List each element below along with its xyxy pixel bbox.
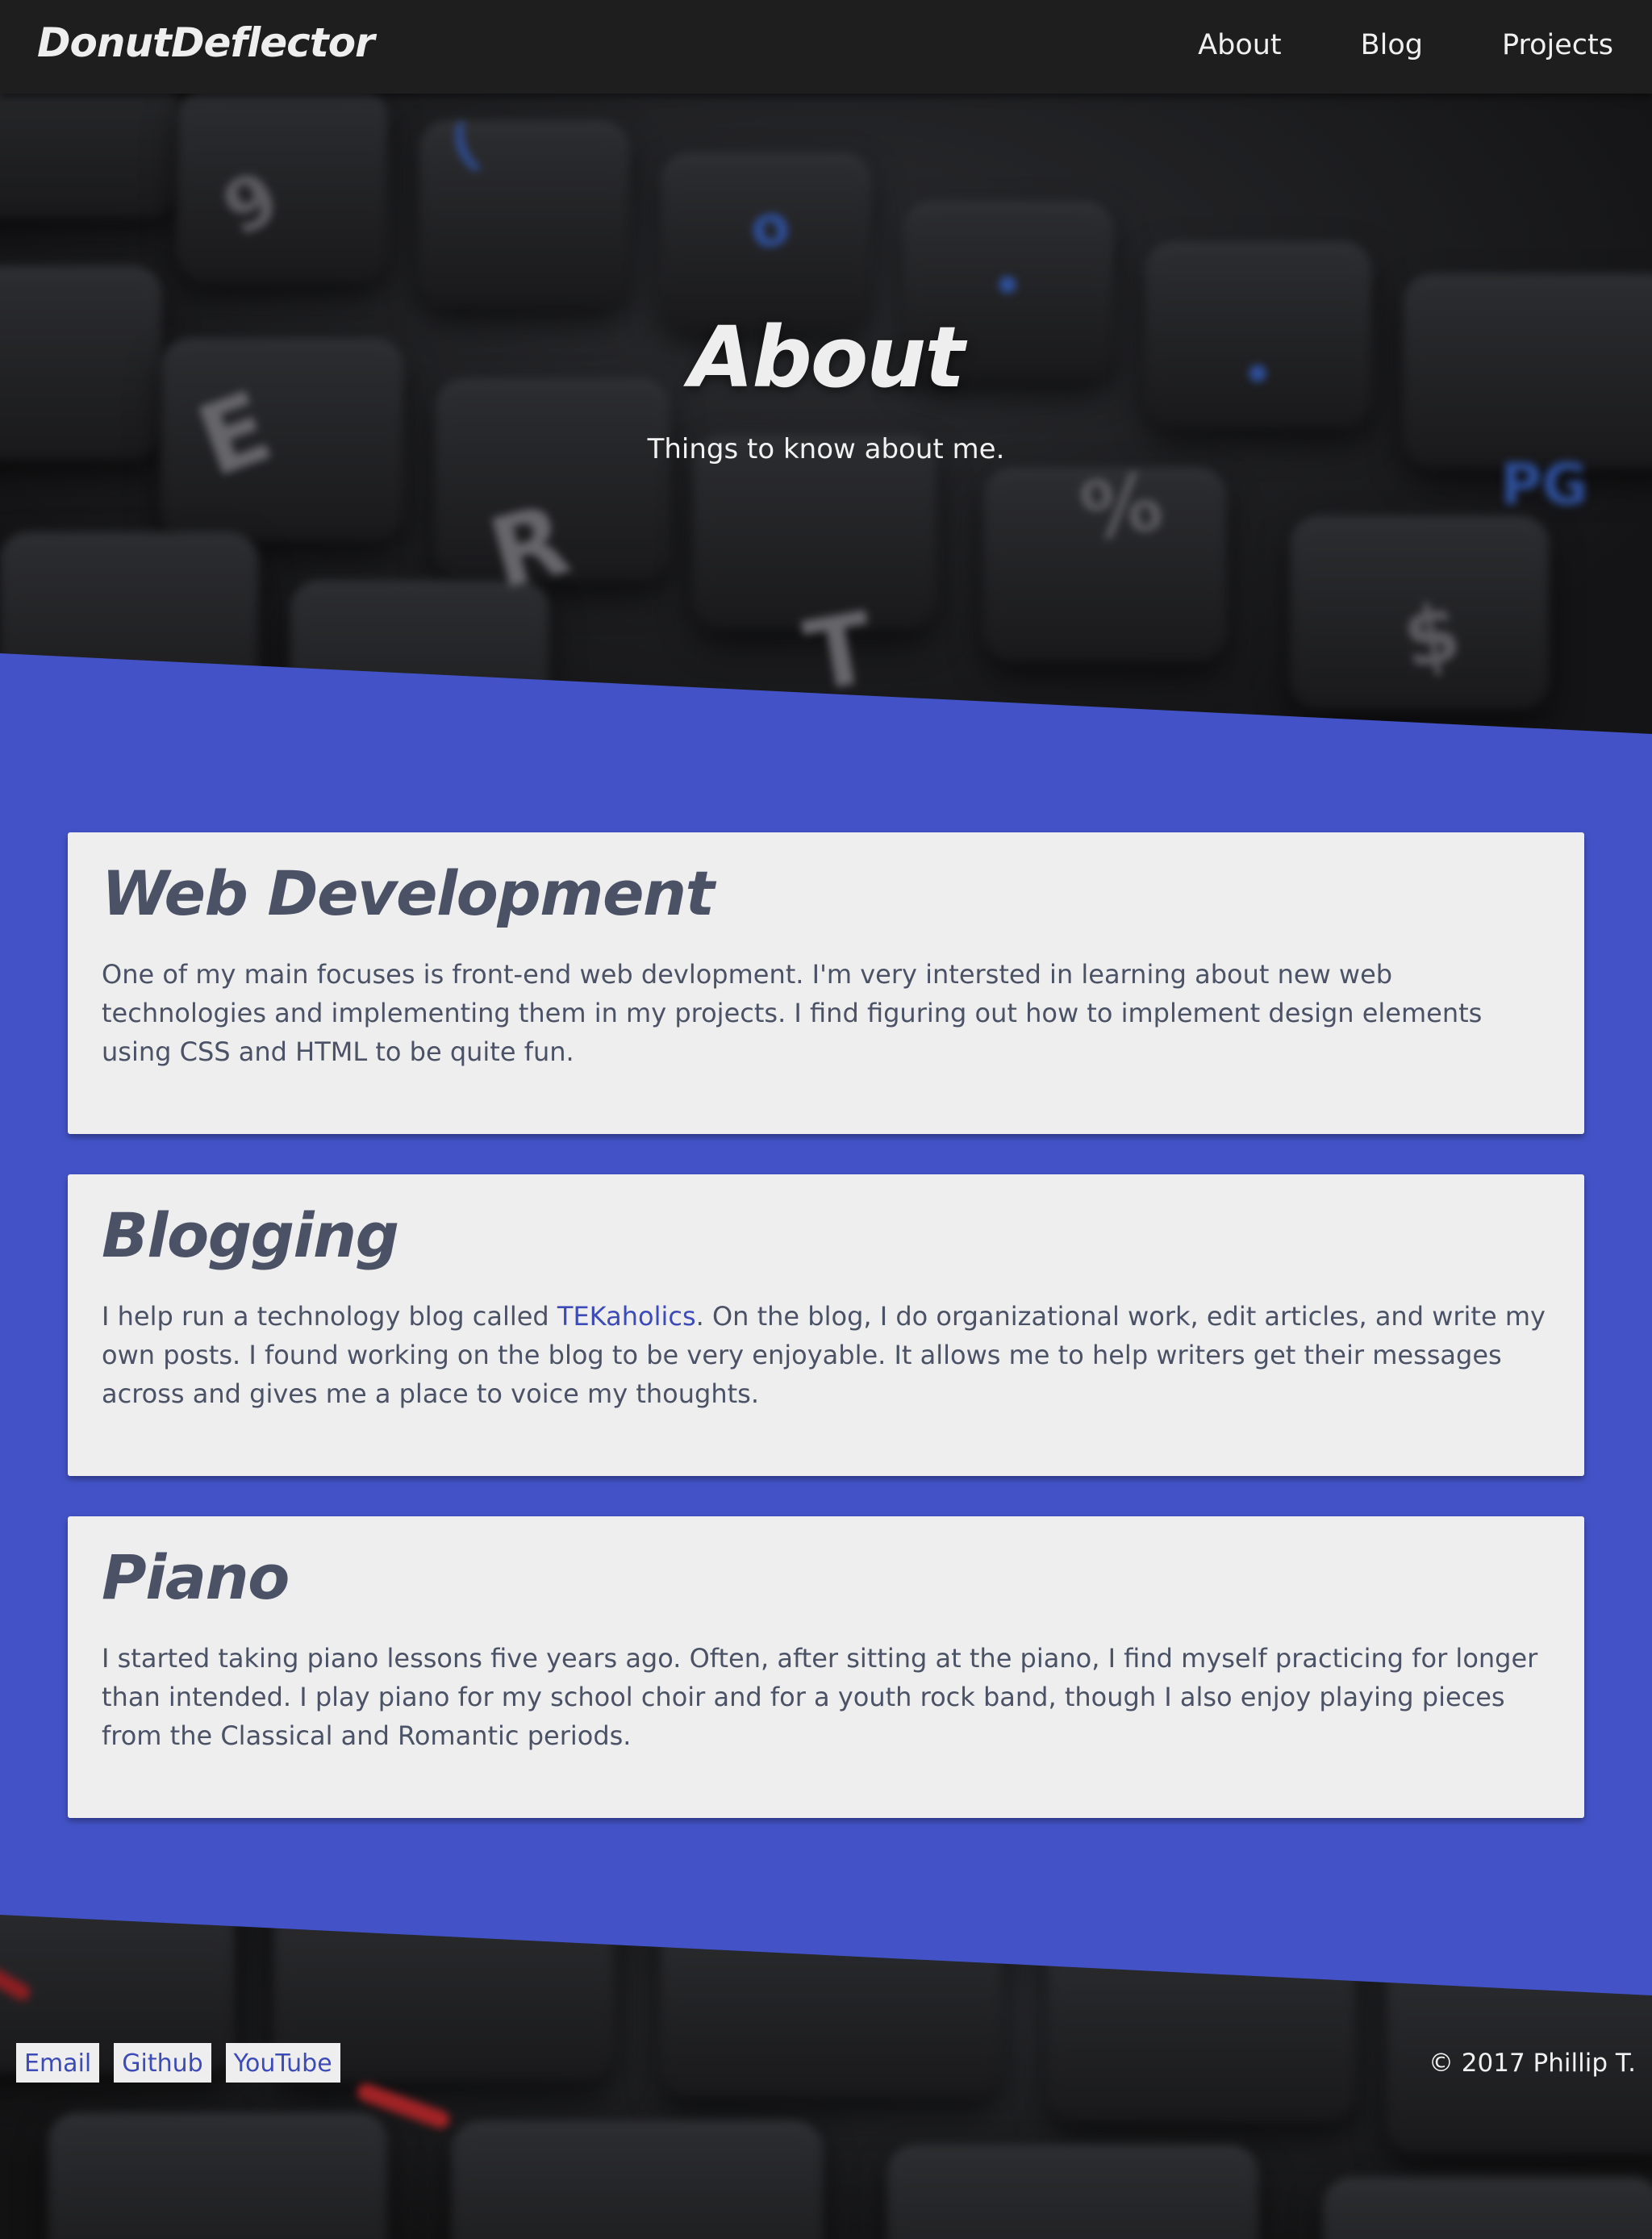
section-body: I help run a technology blog called TEKa… [102, 1297, 1550, 1413]
main-nav: About Blog Projects [1198, 29, 1613, 61]
section-card-blogging: Blogging I help run a technology blog ca… [68, 1174, 1584, 1476]
section-body: One of my main focuses is front-end web … [102, 959, 1483, 1067]
footer-social-links: Email Github YouTube [16, 2043, 340, 2083]
section-title: Blogging [102, 1199, 399, 1271]
tekaholics-link[interactable]: TEKaholics [557, 1301, 696, 1332]
top-navbar: DonutDeflector About Blog Projects [0, 0, 1652, 94]
footer-link-email[interactable]: Email [16, 2043, 100, 2083]
page-subtitle: Things to know about me. [647, 433, 1005, 465]
section-title: Web Development [102, 857, 715, 929]
site-logo-brand[interactable]: DonutDeflector [37, 19, 375, 66]
section-card-web-development: Web Development One of my main focuses i… [68, 832, 1584, 1134]
section-title: Piano [102, 1541, 290, 1613]
page-title: About [688, 308, 965, 407]
footer-link-youtube[interactable]: YouTube [225, 2043, 340, 2083]
section-body: I started taking piano lessons five year… [102, 1643, 1538, 1751]
section-body-text: I help run a technology blog called [102, 1301, 557, 1332]
nav-link-projects[interactable]: Projects [1502, 29, 1613, 61]
nav-link-blog[interactable]: Blog [1361, 29, 1423, 61]
copyright-text: © 2017 Phillip T. [1428, 2049, 1636, 2078]
nav-link-about[interactable]: About [1198, 29, 1281, 61]
footer-link-github[interactable]: Github [114, 2043, 211, 2083]
section-card-piano: Piano I started taking piano lessons fiv… [68, 1516, 1584, 1818]
